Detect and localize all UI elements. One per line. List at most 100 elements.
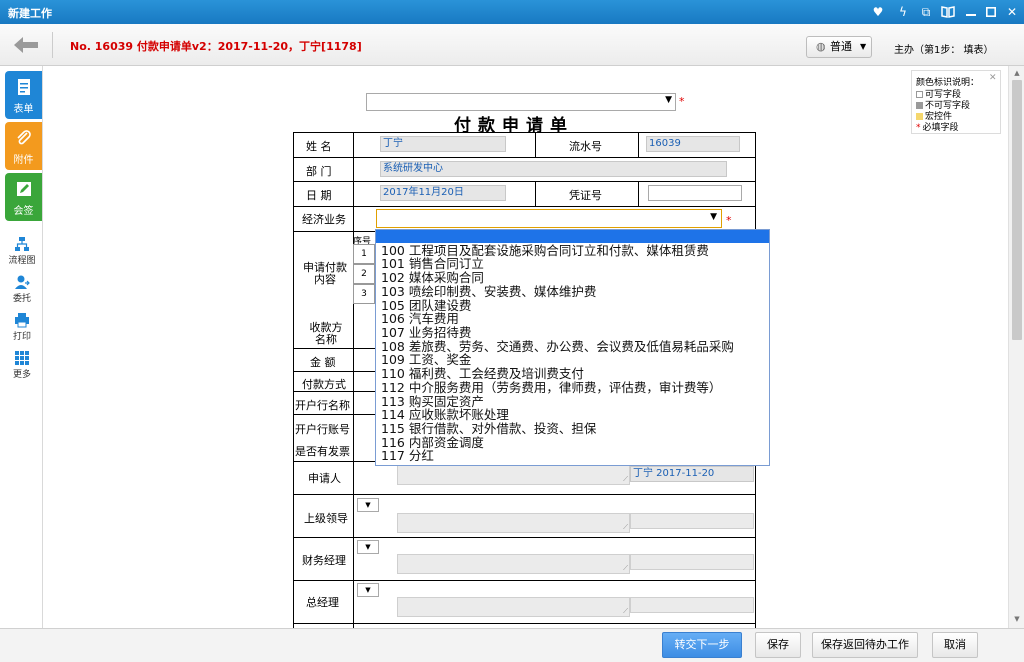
gm-select[interactable]: ▼ [357, 583, 379, 597]
form-icon [17, 79, 30, 95]
business-combo[interactable]: ▼ [376, 209, 722, 228]
form-area: 颜色标识说明： ✕ 可写字段 不可写字段 宏控件 * 必填字段 ▼ * 付款申请单… [44, 66, 1008, 628]
chevron-down-icon: ▼ [860, 42, 867, 51]
maximize-icon[interactable] [981, 2, 1001, 22]
close-icon[interactable]: ✕ [989, 73, 997, 83]
sidebar-item-label: 流程图 [8, 256, 36, 266]
grid-line [293, 157, 756, 158]
finance-label: 财务经理 [302, 554, 346, 567]
more-grid-icon [15, 351, 29, 365]
dropdown-option[interactable]: 107 业务招待费 [381, 326, 471, 339]
vertical-scrollbar[interactable]: ▲ ▼ [1008, 66, 1024, 628]
sidebar-tab-label: 会签 [13, 206, 34, 217]
window-title: 新建工作 [8, 7, 52, 20]
minimize-icon[interactable] [961, 2, 981, 22]
dropdown-option[interactable]: 109 工资、奖金 [381, 353, 471, 366]
business-label: 经济业务 [302, 213, 346, 226]
amount-label: 金 额 [310, 356, 336, 369]
new-window-icon[interactable]: ⧉ [916, 2, 936, 22]
sidebar-item-label: 打印 [12, 332, 31, 342]
has-invoice-label: 是否有发票 [295, 445, 350, 458]
sidebar: 表单 附件 会签 流程图 委托 打印 更多 [0, 66, 43, 662]
finance-select[interactable]: ▼ [357, 540, 379, 554]
dropdown-option[interactable]: 112 中介服务费用（劳务费用，律师费，评估费，审计费等） [381, 381, 721, 394]
dropdown-option[interactable]: 106 汽车费用 [381, 312, 459, 325]
dropdown-option[interactable]: 103 喷绘印制费、安装费、媒体维护费 [381, 285, 596, 298]
grid-line [293, 623, 756, 624]
invoice-label: 凭证号 [569, 189, 602, 202]
content-label: 申请付款内容 [303, 261, 347, 286]
sidebar-tab-label: 表单 [13, 104, 34, 115]
color-legend: 颜色标识说明： ✕ 可写字段 不可写字段 宏控件 * 必填字段 [911, 70, 1001, 134]
bank-name-label: 开户行名称 [295, 399, 350, 412]
bolt-icon[interactable]: ϟ [893, 2, 913, 22]
chevron-down-icon: ▼ [665, 95, 672, 105]
sidebar-tab-form[interactable]: 表单 [5, 71, 42, 119]
save-return-button[interactable]: 保存返回待办工作 [812, 632, 918, 658]
cancel-button[interactable]: 取消 [932, 632, 978, 658]
heart-icon[interactable]: ♥ [868, 2, 888, 22]
save-button[interactable]: 保存 [755, 632, 801, 658]
grid-line [293, 181, 756, 182]
resize-grip: ⟋ [623, 523, 628, 531]
book-icon[interactable] [938, 2, 958, 22]
sidebar-item-label: 委托 [12, 294, 31, 304]
grid-line [293, 494, 756, 495]
seq-cell: 1 [353, 244, 375, 264]
name-field: 丁宁 [380, 136, 506, 152]
grid-line [293, 206, 756, 207]
resize-grip: ⟋ [623, 564, 628, 572]
legend-row: * 必填字段 [916, 120, 959, 133]
dropdown-option[interactable]: 117 分红 [381, 449, 434, 462]
dropdown-option[interactable]: 101 销售合同订立 [381, 257, 484, 270]
sidebar-item-print[interactable]: 打印 [4, 312, 40, 342]
document-title: No. 16039 付款申请单v2：2017-11-20，丁宁[1178] [70, 40, 362, 53]
grid-line [293, 132, 756, 133]
back-arrow-icon[interactable] [12, 34, 40, 56]
grid-line [638, 132, 639, 157]
sidebar-item-flowchart[interactable]: 流程图 [4, 236, 40, 266]
gm-signature [630, 597, 754, 613]
dropdown-option[interactable]: 114 应收账款坏账处理 [381, 408, 509, 421]
sidebar-item-delegate[interactable]: 委托 [4, 274, 40, 304]
required-mark: * [916, 123, 921, 133]
view-mode-button[interactable]: ◍ 普通 ▼ [806, 36, 872, 58]
divider [52, 32, 53, 58]
delegate-icon [15, 275, 30, 289]
date-label: 日 期 [306, 189, 332, 202]
grid-line [293, 537, 756, 538]
paperclip-icon [16, 130, 31, 145]
superior-signature [630, 513, 754, 529]
edit-icon [16, 182, 31, 196]
grid-line [535, 132, 536, 157]
submit-next-button[interactable]: 转交下一步 [662, 632, 742, 658]
dropdown-option[interactable]: 110 福利费、工会经费及培训费支付 [381, 367, 584, 380]
close-icon[interactable]: ✕ [1002, 2, 1022, 22]
required-mark: * [726, 214, 732, 227]
sidebar-item-label: 更多 [12, 370, 31, 380]
superior-select[interactable]: ▼ [357, 498, 379, 512]
sidebar-tab-attachments[interactable]: 附件 [5, 122, 42, 170]
gm-opinion: ⟋ [397, 597, 630, 617]
scrollbar-thumb[interactable] [1012, 80, 1022, 340]
sidebar-tab-countersign[interactable]: 会签 [5, 173, 42, 221]
payee-label: 收款方名称 [309, 321, 343, 346]
dropdown-option[interactable]: 102 媒体采购合同 [381, 271, 484, 284]
serial-label: 流水号 [569, 140, 602, 153]
scroll-down-icon[interactable]: ▼ [1012, 614, 1022, 624]
dropdown-option[interactable]: 115 银行借款、对外借款、投资、担保 [381, 422, 596, 435]
required-mark: * [679, 95, 685, 108]
form-type-select[interactable]: ▼ [366, 93, 676, 111]
invoice-input[interactable] [648, 185, 742, 201]
business-dropdown-list[interactable]: 100 工程项目及配套设施采购合同订立和付款、媒体租赁费 101 销售合同订立 … [375, 229, 770, 466]
highlighted-option[interactable] [376, 230, 769, 243]
view-mode-label: 普通 [830, 40, 852, 53]
title-bar: 新建工作 ♥ ϟ ⧉ ✕ [0, 0, 1024, 24]
scroll-up-icon[interactable]: ▲ [1012, 68, 1022, 78]
sidebar-item-more[interactable]: 更多 [4, 350, 40, 380]
step-info: 主办（第1步： 填表） [894, 45, 994, 56]
toolbar: No. 16039 付款申请单v2：2017-11-20，丁宁[1178] ◍ … [0, 24, 1024, 66]
swatch [916, 91, 923, 98]
finance-signature [630, 554, 754, 570]
grid-line [638, 181, 639, 206]
